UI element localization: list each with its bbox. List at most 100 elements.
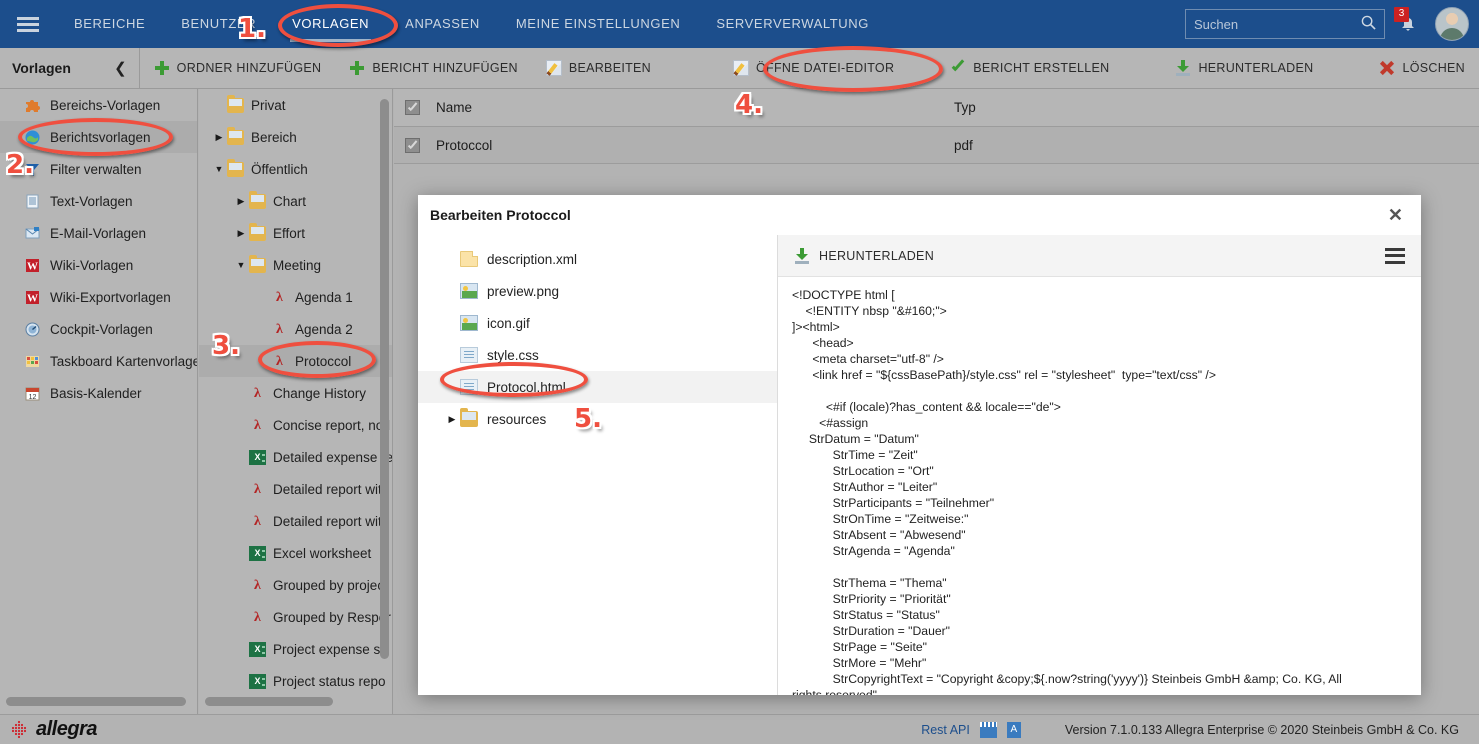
file-list-item[interactable]: Protocol.html xyxy=(418,371,777,403)
clapperboard-icon[interactable] xyxy=(980,722,997,738)
user-avatar[interactable] xyxy=(1435,7,1469,41)
tree-item[interactable]: ▶Chart xyxy=(199,185,392,217)
sidebar-item-basis-kalender[interactable]: 12Basis-Kalender xyxy=(0,377,197,409)
file-list-item[interactable]: icon.gif xyxy=(418,307,777,339)
chevron-down-icon[interactable]: ▼ xyxy=(233,260,249,270)
panel-title: Vorlagen xyxy=(12,60,71,76)
tree-item[interactable]: ▼Meeting xyxy=(199,249,392,281)
sidebar-item-berichtsvorlagen[interactable]: Berichtsvorlagen xyxy=(0,121,197,153)
pdf-icon: λ xyxy=(249,578,266,593)
hamburger-menu-icon[interactable] xyxy=(1385,248,1405,264)
sidebar-horizontal-scrollbar[interactable] xyxy=(6,697,186,706)
code-editor-content[interactable]: <!DOCTYPE html [ <!ENTITY nbsp "&#160;">… xyxy=(778,277,1421,695)
editor-download-button[interactable]: HERUNTERLADEN xyxy=(794,248,934,264)
sidebar-item-bereichs-vorlagen[interactable]: Bereichs-Vorlagen xyxy=(0,89,197,121)
tree-item[interactable]: λProtoccol xyxy=(199,345,392,377)
nav-item-benutzer[interactable]: BENUTZER xyxy=(163,0,274,48)
file-list-item[interactable]: ▶resources xyxy=(418,403,777,435)
editor-toolbar: HERUNTERLADEN xyxy=(778,235,1421,277)
table-row[interactable]: Protoccol pdf xyxy=(394,127,1479,164)
add-report-button[interactable]: BERICHT HINZUFÜGEN xyxy=(335,48,531,89)
sidebar-item-filter-verwalten[interactable]: Filter verwalten xyxy=(0,153,197,185)
tree-horizontal-scrollbar[interactable] xyxy=(205,697,333,706)
tree-item[interactable]: XProject status repo xyxy=(199,665,392,697)
chevron-right-icon[interactable]: ▶ xyxy=(233,228,249,239)
notifications-button[interactable]: 3 xyxy=(1391,7,1425,41)
tree-item[interactable]: Privat xyxy=(199,89,392,121)
nav-item-vorlagen[interactable]: VORLAGEN xyxy=(274,0,387,48)
sidebar-item-label: Text-Vorlagen xyxy=(50,194,133,209)
nav-item-meine-einstellungen[interactable]: MEINE EINSTELLUNGEN xyxy=(498,0,699,48)
download-button[interactable]: HERUNTERLADEN xyxy=(1161,48,1327,89)
tree-item[interactable]: λAgenda 2 xyxy=(199,313,392,345)
footer-center-group: Rest API A xyxy=(921,722,1021,738)
tree-list: Privat ▶Bereich▼Öffentlich▶Chart▶Effort▼M… xyxy=(199,89,392,697)
chevron-left-icon[interactable]: ❮ xyxy=(114,59,127,77)
column-header-typ[interactable]: Typ xyxy=(948,100,1479,115)
create-report-button[interactable]: BERICHT ERSTELLEN xyxy=(936,48,1123,89)
chevron-right-icon[interactable]: ▶ xyxy=(444,414,460,425)
search-placeholder: Suchen xyxy=(1194,17,1361,32)
xml-file-icon xyxy=(460,251,478,267)
sidebar-item-e-mail-vorlagen[interactable]: E-Mail-Vorlagen xyxy=(0,217,197,249)
chevron-right-icon[interactable]: ▶ xyxy=(233,196,249,207)
tree-item[interactable]: ▶Bereich xyxy=(199,121,392,153)
tree-item-label: Grouped by Respor xyxy=(273,610,391,625)
file-list-item[interactable]: preview.png xyxy=(418,275,777,307)
sidebar-item-wiki-exportvorlagen[interactable]: WWiki-Exportvorlagen xyxy=(0,281,197,313)
hamburger-menu-icon[interactable] xyxy=(0,0,56,48)
calendar-icon: 12 xyxy=(24,385,41,402)
search-input[interactable]: Suchen xyxy=(1185,9,1385,39)
nav-item-anpassen[interactable]: ANPASSEN xyxy=(387,0,498,48)
row-checkbox[interactable] xyxy=(405,138,420,153)
tree-item[interactable]: X Project expense sh xyxy=(199,633,392,665)
tree-item-label: Project expense sh xyxy=(273,642,388,657)
text-lines-icon xyxy=(24,193,41,210)
edit-label: BEARBEITEN xyxy=(569,61,651,75)
chevron-right-icon[interactable]: ▶ xyxy=(211,132,227,143)
open-file-editor-button[interactable]: ÖFFNE DATEI-EDITOR xyxy=(719,48,908,89)
select-all-checkbox[interactable] xyxy=(405,100,420,115)
tree-item[interactable]: λConcise report, no l xyxy=(199,409,392,441)
folder-icon xyxy=(227,162,244,177)
tree-item[interactable]: λGrouped by Respor xyxy=(199,601,392,633)
tree-item[interactable]: λDetailed report with xyxy=(199,473,392,505)
top-navigation-bar: BEREICHE BENUTZER VORLAGEN ANPASSEN MEIN… xyxy=(0,0,1479,48)
sidebar-item-wiki-vorlagen[interactable]: WWiki-Vorlagen xyxy=(0,249,197,281)
tree-item-label: Concise report, no l xyxy=(273,418,390,433)
nav-item-serververwaltung[interactable]: SERVERVERWALTUNG xyxy=(698,0,887,48)
rest-api-link[interactable]: Rest API xyxy=(921,723,970,737)
excel-icon: X xyxy=(249,642,266,657)
tree-item[interactable]: λChange History xyxy=(199,377,392,409)
file-list-item-label: preview.png xyxy=(487,284,559,299)
delete-label: LÖSCHEN xyxy=(1402,61,1465,75)
image-file-icon xyxy=(460,283,478,299)
tree-item[interactable]: λ Grouped by project xyxy=(199,569,392,601)
tree-item-label: Excel worksheet xyxy=(273,546,371,561)
tree-item[interactable]: XDetailed expense re xyxy=(199,441,392,473)
tree-item-label: Privat xyxy=(251,98,286,113)
sidebar-item-taskboard-kartenvorlagen[interactable]: Taskboard Kartenvorlagen xyxy=(0,345,197,377)
sidebar-item-text-vorlagen[interactable]: Text-Vorlagen xyxy=(0,185,197,217)
add-folder-button[interactable]: ORDNER HINZUFÜGEN xyxy=(140,48,336,89)
tree-item-label: Grouped by project xyxy=(273,578,388,593)
column-header-name[interactable]: Name xyxy=(430,100,948,115)
tree-item[interactable]: ▼Öffentlich xyxy=(199,153,392,185)
close-icon[interactable]: ✕ xyxy=(1382,202,1409,228)
accessibility-a-icon[interactable]: A xyxy=(1007,722,1021,738)
tree-item[interactable]: ▶Effort xyxy=(199,217,392,249)
tree-item[interactable]: XExcel worksheet xyxy=(199,537,392,569)
file-list-item[interactable]: style.css xyxy=(418,339,777,371)
chevron-down-icon[interactable]: ▼ xyxy=(211,164,227,174)
file-list-item-label: icon.gif xyxy=(487,316,530,331)
sidebar-item-label: Berichtsvorlagen xyxy=(50,130,151,145)
tree-item[interactable]: λDetailed report with xyxy=(199,505,392,537)
edit-button[interactable]: BEARBEITEN xyxy=(532,48,665,89)
sidebar-item-cockpit-vorlagen[interactable]: Cockpit-Vorlagen xyxy=(0,313,197,345)
delete-button[interactable]: LÖSCHEN xyxy=(1365,48,1479,89)
file-list-item[interactable]: description.xml xyxy=(418,243,777,275)
tree-item[interactable]: λAgenda 1 xyxy=(199,281,392,313)
nav-item-bereiche[interactable]: BEREICHE xyxy=(56,0,163,48)
tree-vertical-scrollbar[interactable] xyxy=(380,99,389,659)
panel-header: Vorlagen ❮ xyxy=(0,48,140,89)
